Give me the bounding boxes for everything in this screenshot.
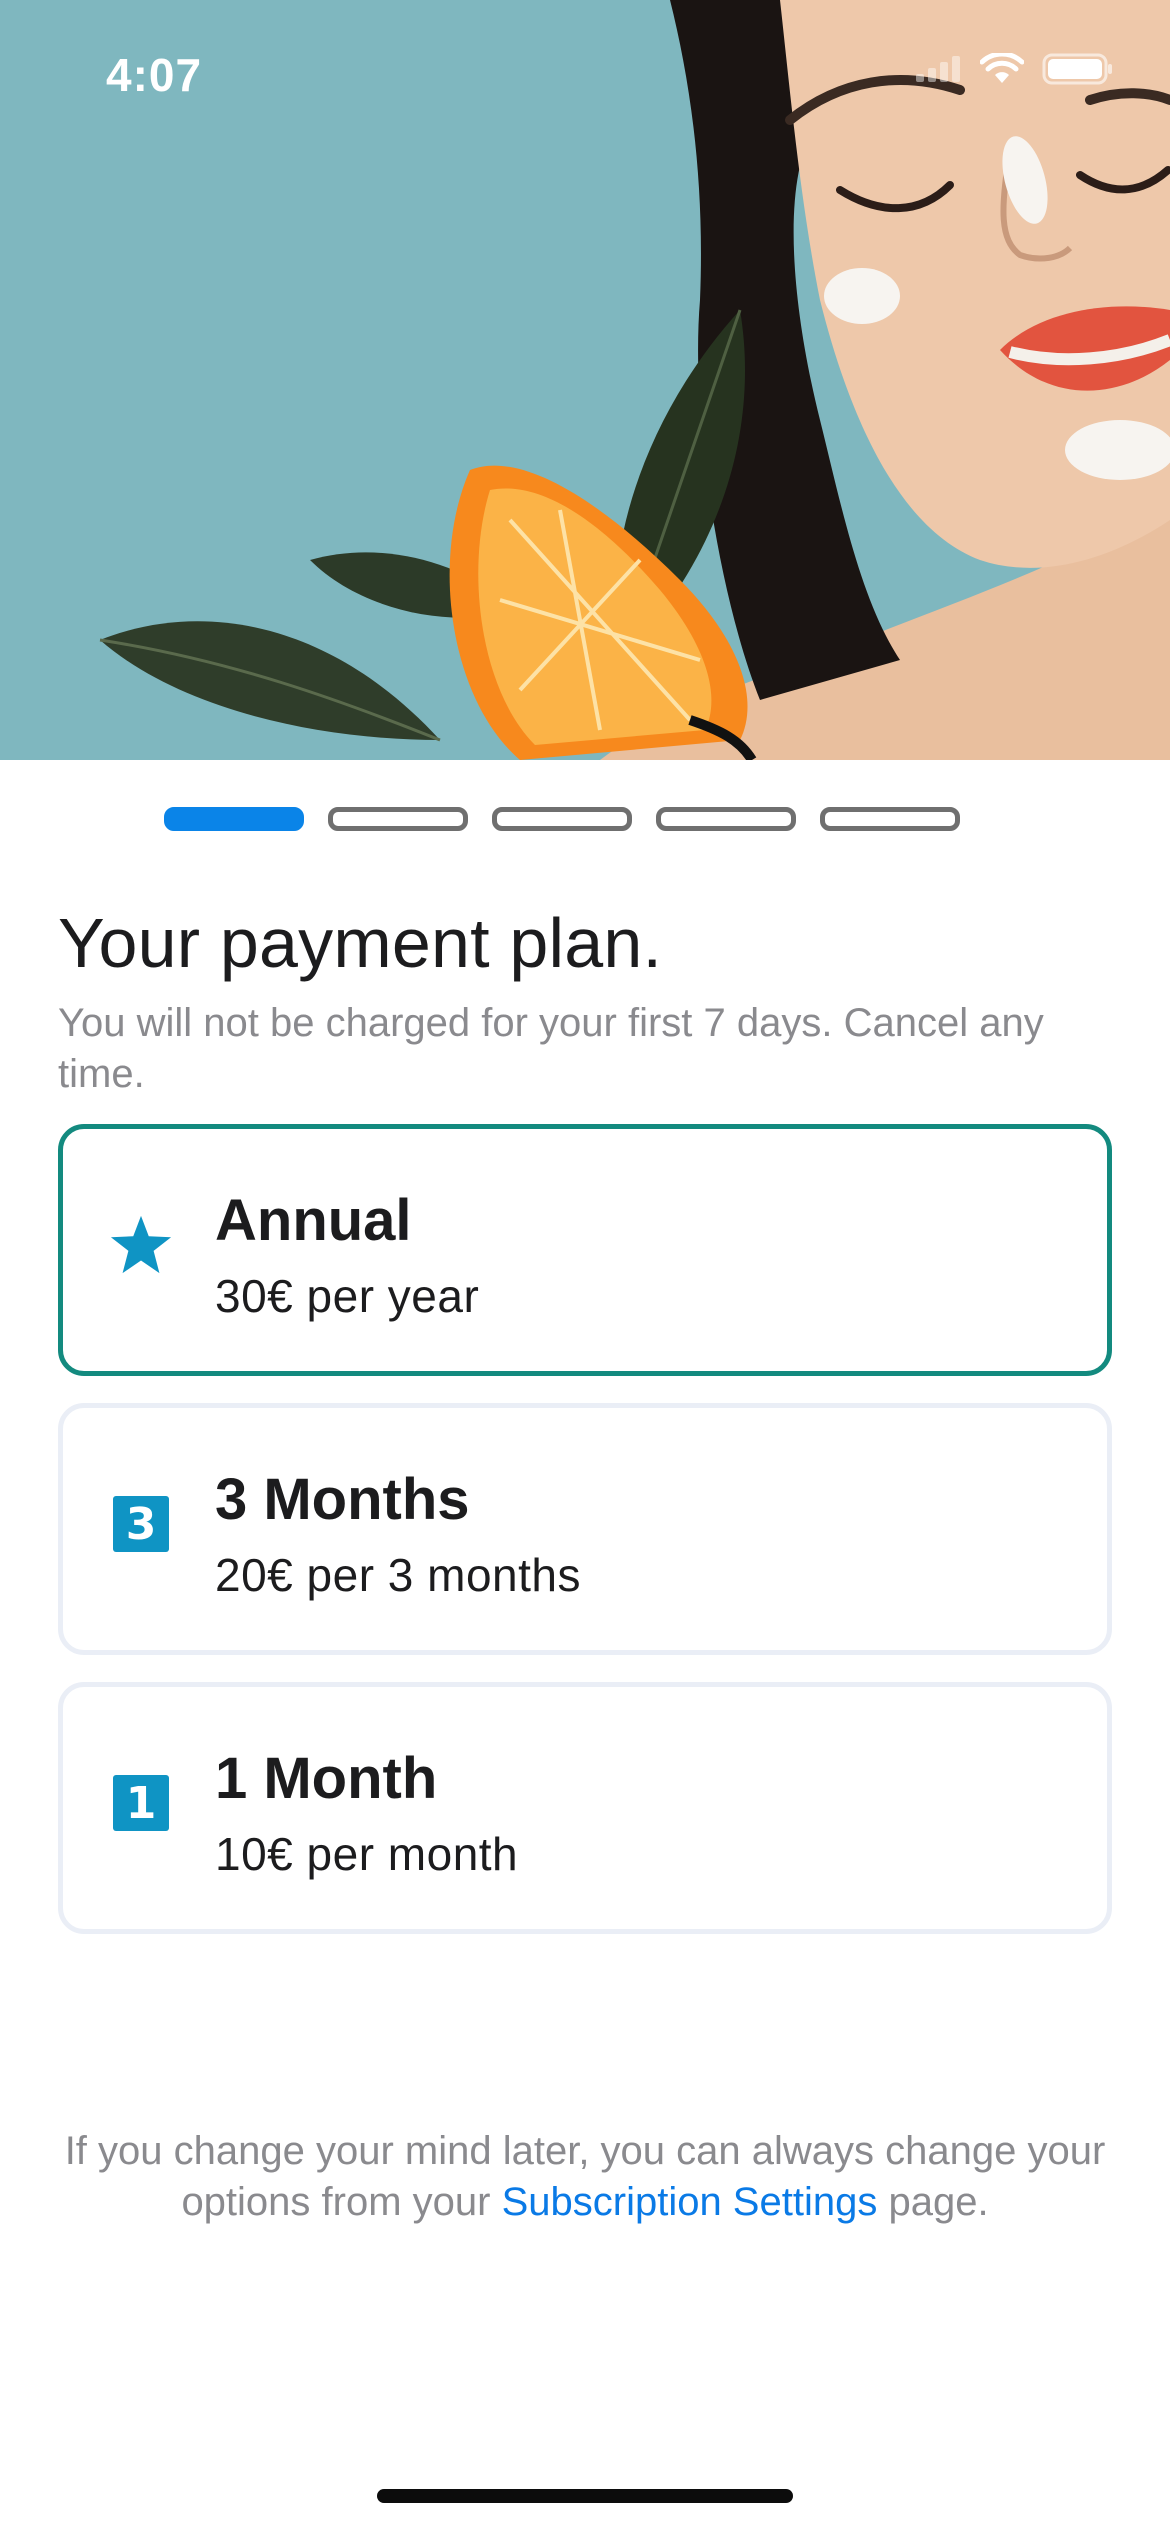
signal-icon [914,54,962,89]
plan-price: 30€ per year [215,1270,480,1322]
page-indicator-step-3[interactable] [492,807,632,831]
page-indicator-step-5[interactable] [820,807,960,831]
plan-option-annual[interactable]: Annual 30€ per year [58,1124,1112,1376]
subscription-settings-link[interactable]: Subscription Settings [502,2180,878,2224]
plan-price: 20€ per 3 months [215,1549,582,1601]
page-indicator-step-1[interactable] [164,807,304,831]
wifi-icon [979,51,1025,90]
home-indicator[interactable] [377,2489,793,2503]
page-indicator [164,807,960,831]
number-3-icon: 3 [109,1492,173,1556]
plan-option-3-months[interactable]: 3 3 Months 20€ per 3 months [58,1403,1112,1655]
number-1-icon: 1 [109,1771,173,1835]
status-icons [914,51,1114,91]
footer-text-after: page. [877,2180,989,2224]
footer-note: If you change your mind later, you can a… [40,2126,1130,2228]
plan-badge: 1 [113,1775,169,1831]
page-title: Your payment plan. [58,904,663,982]
page-indicator-step-4[interactable] [656,807,796,831]
star-icon [109,1213,173,1277]
page-subtitle: You will not be charged for your first 7… [58,1001,1044,1096]
plan-name: Annual [215,1188,412,1253]
plan-name: 3 Months [215,1467,470,1532]
plan-price: 10€ per month [215,1828,519,1880]
hero-photo-illustration [0,0,1170,760]
battery-icon [1042,52,1114,91]
plan-option-1-month[interactable]: 1 1 Month 10€ per month [58,1682,1112,1934]
plan-badge: 3 [113,1496,169,1552]
hero-image [0,0,1170,760]
payment-plan-screen: 4:07 Your payment plan. You will not be … [0,0,1170,2532]
status-time: 4:07 [106,49,203,101]
plan-name: 1 Month [215,1746,438,1811]
page-indicator-step-2[interactable] [328,807,468,831]
